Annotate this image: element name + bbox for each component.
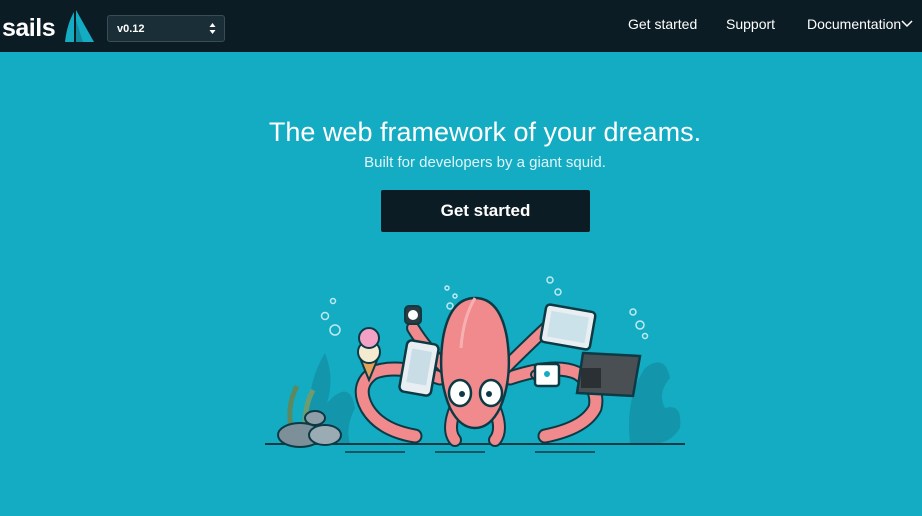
logo-wordmark: sails bbox=[2, 14, 56, 42]
sort-arrows-icon bbox=[209, 23, 216, 34]
nav-support-link[interactable]: Support bbox=[726, 16, 775, 32]
get-started-button[interactable]: Get started bbox=[381, 190, 590, 232]
sail-icon bbox=[65, 10, 94, 42]
hero-title: The web framework of your dreams. bbox=[268, 117, 702, 147]
giant-squid-illustration bbox=[265, 276, 685, 453]
version-select-value: v0.12 bbox=[117, 22, 145, 35]
chevron-down-icon[interactable] bbox=[901, 19, 913, 28]
version-select[interactable]: v0.12 bbox=[107, 15, 225, 42]
hero-subtitle: Built for developers by a giant squid. bbox=[364, 154, 606, 171]
nav-get-started-link[interactable]: Get started bbox=[628, 16, 697, 32]
nav-documentation-link[interactable]: Documentation bbox=[807, 16, 901, 32]
top-navbar: sails v0.12 Get started Support Document… bbox=[0, 0, 922, 52]
sails-logo[interactable]: sails bbox=[2, 6, 102, 46]
